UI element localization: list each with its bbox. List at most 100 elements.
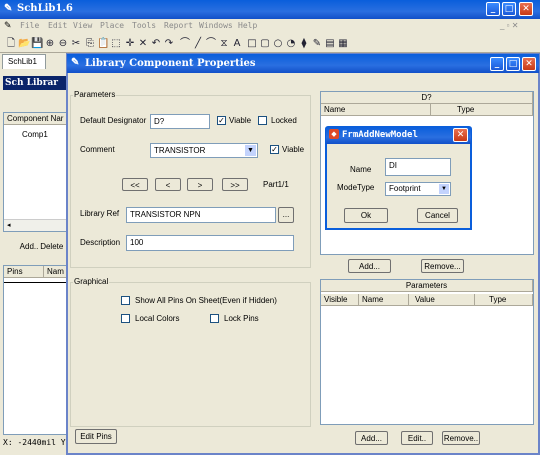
arc-icon[interactable]: ⌒ bbox=[179, 38, 191, 50]
horizontal-scrollbar[interactable]: ◂ bbox=[4, 219, 68, 231]
tab-label: SchLib1 bbox=[8, 57, 37, 66]
dialog-maximize-button[interactable]: □ bbox=[506, 57, 520, 71]
param-visible-header[interactable]: Visible bbox=[321, 294, 359, 306]
cut-icon[interactable]: ✂ bbox=[70, 38, 82, 50]
line-icon[interactable]: ╱ bbox=[192, 38, 204, 50]
part-indicator: Part1/1 bbox=[263, 180, 289, 189]
pins-name-header[interactable]: Nam bbox=[44, 266, 68, 278]
new-icon[interactable]: 🗋 bbox=[5, 38, 17, 50]
previous-part-button[interactable]: < bbox=[155, 178, 181, 191]
first-part-button[interactable]: << bbox=[122, 178, 148, 191]
component-name-header[interactable]: Component Nar bbox=[4, 113, 68, 125]
undo-icon[interactable]: ↶ bbox=[150, 38, 162, 50]
locked-label: Locked bbox=[271, 116, 297, 125]
library-ref-browse-button[interactable]: ... bbox=[278, 207, 294, 223]
cross-icon[interactable]: ✕ bbox=[137, 38, 149, 50]
pins-header[interactable]: Pins bbox=[4, 266, 44, 278]
minimize-button[interactable]: _ bbox=[486, 2, 500, 16]
models-add-button[interactable]: Add... bbox=[348, 259, 391, 273]
zoom-in-icon[interactable]: ⊕ bbox=[44, 38, 56, 50]
add-component-button[interactable]: Add.. bbox=[16, 240, 42, 254]
parameters-title: Parameters bbox=[321, 280, 533, 292]
description-input[interactable]: 100 bbox=[126, 235, 294, 251]
param-value-header[interactable]: Value bbox=[409, 294, 475, 306]
add-model-close-button[interactable]: ✕ bbox=[453, 128, 468, 142]
open-icon[interactable]: 📂 bbox=[18, 38, 30, 50]
library-icon[interactable]: ▤ bbox=[324, 38, 336, 50]
param-name-header[interactable]: Name bbox=[359, 294, 409, 306]
pin-icon[interactable]: ⧫ bbox=[298, 38, 310, 50]
pie-icon[interactable]: ◔ bbox=[285, 38, 297, 50]
text-icon[interactable]: A bbox=[231, 38, 243, 50]
model-type-dropdown-icon[interactable]: ▼ bbox=[439, 184, 449, 194]
parameters-list[interactable]: Parameters Visible Name Value Type bbox=[320, 279, 534, 425]
dialog-minimize-button[interactable]: _ bbox=[490, 57, 504, 71]
copy-icon[interactable]: ⎘ bbox=[84, 38, 96, 50]
models-name-header[interactable]: Name bbox=[321, 104, 431, 116]
default-designator-input[interactable]: D? bbox=[150, 114, 210, 129]
compile-icon[interactable]: ▦ bbox=[337, 38, 349, 50]
redo-icon[interactable]: ↷ bbox=[163, 38, 175, 50]
designator-visible-checkbox[interactable]: ✓ bbox=[217, 116, 226, 125]
app-titlebar: ✎ SchLib1.6 _ □ ✕ bbox=[0, 0, 540, 19]
edit-pins-button[interactable]: Edit Pins bbox=[75, 429, 117, 444]
comment-label: Comment bbox=[80, 145, 115, 154]
part-icon[interactable]: ✎ bbox=[311, 38, 323, 50]
show-all-pins-checkbox[interactable] bbox=[121, 296, 130, 305]
maximize-button[interactable]: □ bbox=[502, 2, 516, 16]
param-type-header[interactable]: Type bbox=[475, 294, 533, 306]
menu-help[interactable]: Help bbox=[238, 21, 257, 30]
model-type-select[interactable]: Footprint ▼ bbox=[385, 182, 451, 196]
menu-place[interactable]: Place bbox=[100, 21, 124, 30]
comment-visible-checkbox[interactable]: ✓ bbox=[270, 145, 279, 154]
pins-divider bbox=[4, 282, 68, 283]
mdi-controls[interactable]: _ ▫ ✕ bbox=[500, 21, 518, 30]
dialog-title: Library Component Properties bbox=[85, 58, 256, 69]
menu-windows[interactable]: Windows bbox=[199, 21, 233, 30]
menu-report[interactable]: Report bbox=[164, 21, 193, 30]
move-icon[interactable]: ✛ bbox=[124, 38, 136, 50]
add-model-icon: ◆ bbox=[329, 129, 339, 139]
models-remove-button[interactable]: Remove... bbox=[421, 259, 464, 273]
models-type-header[interactable]: Type bbox=[431, 104, 533, 116]
menu-file[interactable]: File bbox=[20, 21, 39, 30]
polygon-icon[interactable]: ⧖ bbox=[218, 38, 230, 50]
pins-list[interactable]: Pins Nam bbox=[3, 265, 68, 435]
close-button[interactable]: ✕ bbox=[519, 2, 533, 16]
sch-library-label: Sch Librar bbox=[5, 78, 59, 88]
library-ref-input[interactable]: TRANSISTOR NPN bbox=[126, 207, 276, 223]
comment-visible-label: Viable bbox=[282, 145, 305, 154]
comment-dropdown-icon[interactable]: ▼ bbox=[245, 145, 256, 156]
tab-schlib1[interactable]: SchLib1 bbox=[2, 54, 46, 69]
menu-view[interactable]: View bbox=[73, 21, 92, 30]
component-list[interactable]: Component Nar Comp1 ◂ bbox=[3, 112, 68, 232]
menu-edit[interactable]: Edit bbox=[48, 21, 67, 30]
save-icon[interactable]: 💾 bbox=[31, 38, 43, 50]
local-colors-checkbox[interactable] bbox=[121, 314, 130, 323]
bezier-icon[interactable]: ⌒ bbox=[205, 38, 217, 50]
show-all-pins-label: Show All Pins On Sheet(Even if Hidden) bbox=[135, 296, 277, 305]
next-part-button[interactable]: > bbox=[187, 178, 213, 191]
rectangle-icon[interactable]: □ bbox=[246, 38, 258, 50]
component-item[interactable]: Comp1 bbox=[22, 130, 48, 139]
ellipse-icon[interactable]: ○ bbox=[272, 38, 284, 50]
library-ref-label: Library Ref bbox=[80, 209, 120, 218]
lock-pins-checkbox[interactable] bbox=[210, 314, 219, 323]
round-rect-icon[interactable]: ▢ bbox=[259, 38, 271, 50]
locked-checkbox[interactable] bbox=[258, 116, 267, 125]
params-remove-button[interactable]: Remove.. bbox=[442, 431, 480, 445]
params-add-button[interactable]: Add... bbox=[355, 431, 388, 445]
paste-icon[interactable]: 📋 bbox=[97, 38, 109, 50]
comment-select[interactable]: TRANSISTOR ▼ bbox=[150, 143, 258, 158]
delete-component-button[interactable]: Delete I bbox=[40, 240, 68, 254]
model-ok-button[interactable]: Ok bbox=[344, 208, 388, 223]
params-edit-button[interactable]: Edit.. bbox=[401, 431, 433, 445]
model-name-input[interactable]: DI bbox=[385, 158, 451, 176]
last-part-button[interactable]: >> bbox=[222, 178, 248, 191]
model-cancel-button[interactable]: Cancel bbox=[417, 208, 458, 223]
select-icon[interactable]: ⬚ bbox=[110, 38, 122, 50]
menu-tools[interactable]: Tools bbox=[132, 21, 156, 30]
zoom-out-icon[interactable]: ⊖ bbox=[57, 38, 69, 50]
scroll-left-icon[interactable]: ◂ bbox=[7, 221, 11, 229]
dialog-close-button[interactable]: ✕ bbox=[522, 57, 536, 71]
